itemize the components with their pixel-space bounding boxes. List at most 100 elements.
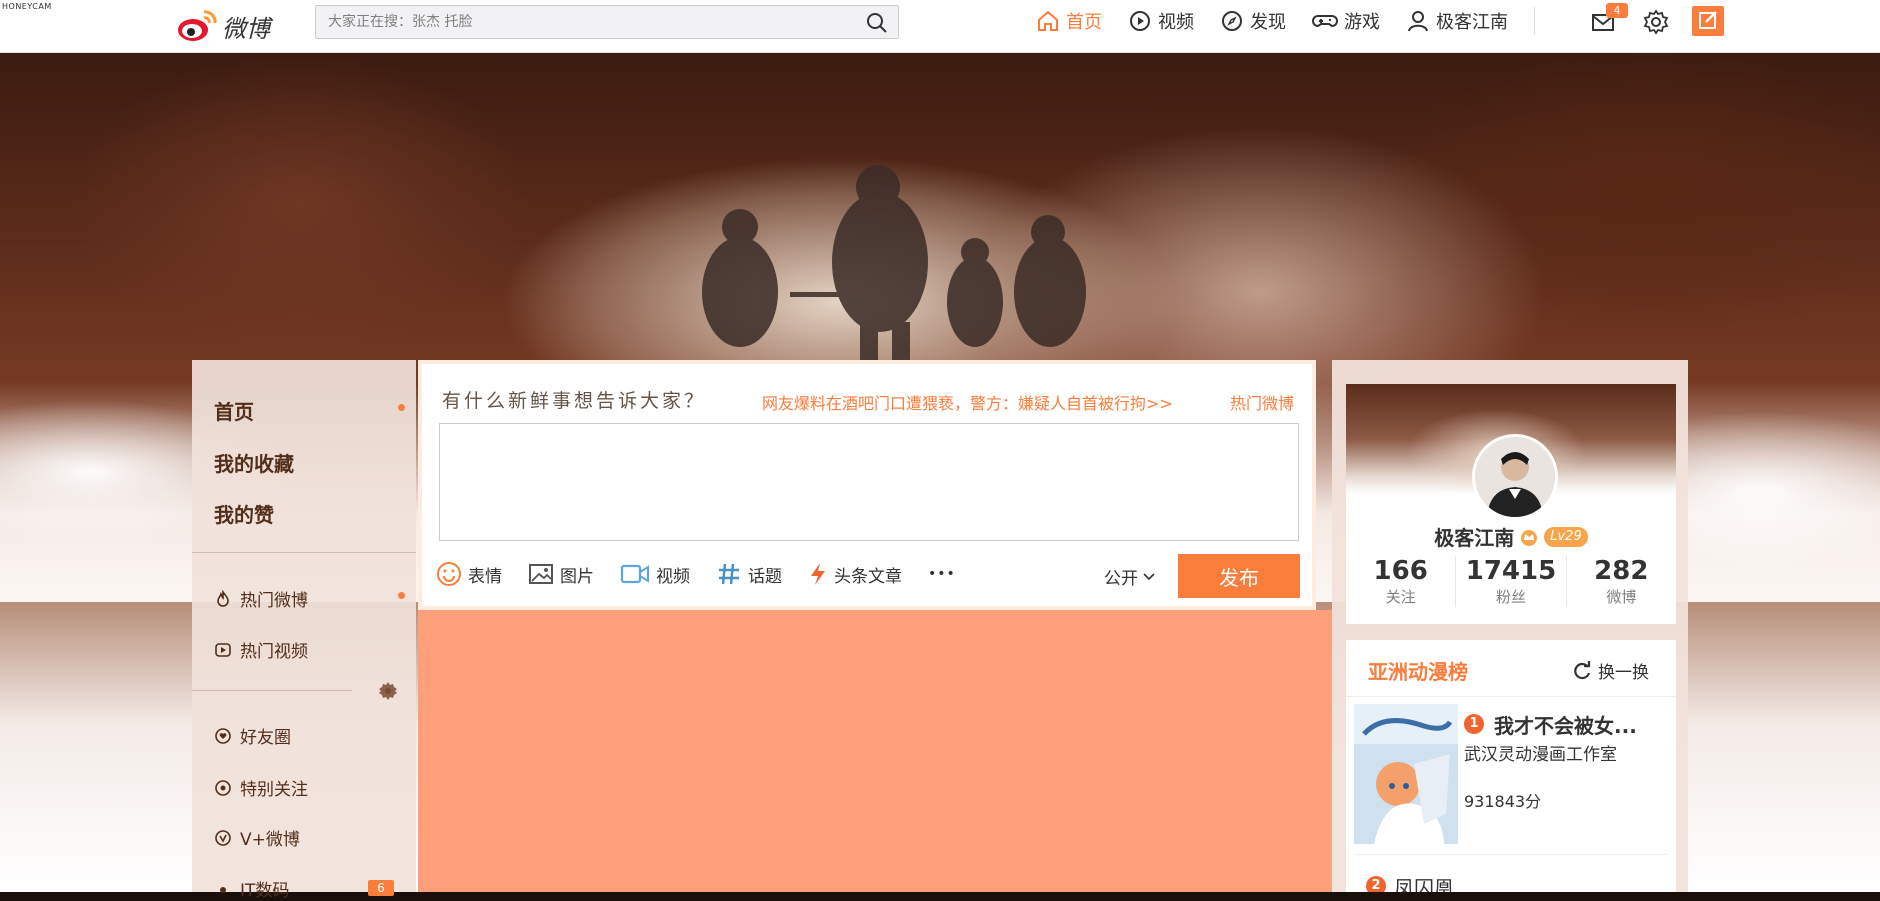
sidebar-friends-label: 好友圈 — [240, 728, 291, 748]
settings-gear-icon[interactable] — [1643, 9, 1669, 35]
sidebar-settings-gear-icon[interactable] — [378, 681, 398, 705]
vplus-icon — [215, 829, 231, 846]
profile-name-row: 极客江南 Lv29 — [1346, 522, 1676, 551]
ranking-refresh-label: 换一换 — [1598, 663, 1649, 683]
sidebar-item-home[interactable]: 首页 — [214, 396, 254, 425]
sidebar-home-new-dot — [398, 404, 405, 411]
sidebar-item-hot-video[interactable]: 热门视频 — [214, 637, 308, 662]
sidebar-divider — [192, 690, 352, 691]
sidebar-item-hot-weibo[interactable]: 热门微博 — [214, 586, 308, 611]
visibility-dropdown[interactable]: 公开 — [1104, 564, 1156, 589]
flame-icon — [217, 589, 229, 607]
compass-icon — [1222, 11, 1242, 31]
compose-edit-button[interactable] — [1692, 6, 1724, 36]
sidebar-item-likes[interactable]: 我的赞 — [214, 499, 274, 528]
rank-item-title[interactable]: 凤囚凰 — [1394, 872, 1454, 892]
composer-textarea[interactable] — [439, 423, 1299, 541]
avatar[interactable] — [1472, 434, 1558, 520]
nav-home-label: 首页 — [1066, 12, 1102, 33]
stat-weibo-label: 微博 — [1606, 588, 1637, 606]
stat-weibo[interactable]: 282 微博 — [1565, 556, 1676, 607]
search-icon[interactable] — [866, 12, 888, 34]
sidebar-special-follow-label: 特别关注 — [240, 780, 308, 800]
sidebar-vplus-label: V+微博 — [240, 830, 300, 850]
nav-game-label: 游戏 — [1344, 12, 1380, 33]
tool-headline-article[interactable]: 头条文章 — [808, 561, 902, 587]
ranking-refresh-button[interactable]: 换一换 — [1572, 658, 1649, 683]
sidebar-hot-weibo-label: 热门微博 — [240, 591, 308, 611]
publish-button[interactable]: 发布 — [1178, 554, 1300, 598]
user-icon — [1408, 11, 1428, 32]
sidebar-item-it-digital[interactable]: IT数码 — [214, 876, 289, 901]
image-icon — [529, 564, 553, 584]
rank-item-score: 931843分 — [1464, 792, 1542, 811]
nav-discover-label: 发现 — [1250, 12, 1286, 33]
tool-image-label: 图片 — [560, 566, 594, 587]
lightning-icon — [811, 563, 825, 585]
tool-video-label: 视频 — [656, 566, 690, 587]
main-nav: 首页 视频 发现 游戏 极客江南 — [1036, 0, 1555, 42]
ranking-title[interactable]: 亚洲动漫榜 — [1368, 656, 1468, 685]
search-box — [315, 5, 899, 39]
search-input[interactable] — [316, 6, 856, 38]
stat-followers[interactable]: 17415 粉丝 — [1455, 556, 1565, 607]
tool-emoji[interactable]: 表情 — [436, 561, 502, 587]
tool-image[interactable]: 图片 — [528, 562, 594, 587]
feed-area — [418, 610, 1332, 892]
nav-discover[interactable]: 发现 — [1220, 8, 1286, 34]
tool-emoji-label: 表情 — [468, 566, 502, 587]
sidebar-hot-video-label: 热门视频 — [240, 642, 308, 662]
tool-headline-article-label: 头条文章 — [834, 566, 902, 587]
rank-number-badge: 1 — [1464, 714, 1484, 734]
sidebar-item-vplus[interactable]: V+微博 — [214, 825, 300, 850]
stat-following[interactable]: 166 关注 — [1346, 556, 1455, 607]
nav-home[interactable]: 首页 — [1036, 8, 1102, 34]
top-navigation-bar: HONEYCAM 微博 首页 视频 发现 — [0, 0, 1880, 53]
video-play-icon — [215, 642, 231, 657]
ranking-divider — [1346, 696, 1676, 697]
sidebar-item-friends[interactable]: 好友圈 — [214, 723, 291, 748]
rank-item-title[interactable]: 我才不会被女... — [1494, 710, 1637, 739]
sidebar-item-special-follow[interactable]: 特别关注 — [214, 775, 308, 800]
left-sidebar: 首页 我的收藏 我的赞 热门微博 热门视频 好友圈 特别关注 V+微博 IT数码… — [192, 360, 416, 901]
tool-video[interactable]: 视频 — [620, 562, 690, 587]
weibo-logo[interactable]: 微博 — [176, 6, 270, 46]
nav-profile[interactable]: 极客江南 — [1406, 8, 1508, 34]
nav-game[interactable]: 游戏 — [1312, 8, 1380, 34]
message-count-badge: 4 — [1606, 3, 1628, 18]
chevron-down-icon — [1143, 572, 1155, 580]
stat-following-label: 关注 — [1385, 588, 1416, 606]
smiley-icon — [437, 562, 461, 586]
edit-icon — [1699, 11, 1717, 29]
level-badge[interactable]: Lv29 — [1544, 526, 1588, 547]
rank-number-badge: 2 — [1366, 876, 1386, 892]
rank-item-author[interactable]: 武汉灵动漫画工作室 — [1464, 740, 1617, 765]
tool-topic[interactable]: 话题 — [716, 561, 782, 587]
anime-ranking-card: 亚洲动漫榜 换一换 1 我才不会被女... 武汉灵动漫画工作室 931843分 … — [1346, 640, 1676, 892]
sidebar-it-digital-label: IT数码 — [240, 881, 290, 901]
nav-divider — [1534, 7, 1535, 35]
profile-name[interactable]: 极客江南 — [1434, 522, 1514, 551]
manga-cover-image[interactable] — [1354, 704, 1458, 844]
visibility-label: 公开 — [1104, 569, 1138, 589]
sidebar-item-favorites[interactable]: 我的收藏 — [214, 448, 294, 477]
video-play-icon — [1130, 11, 1150, 31]
composer-hot-topic-link[interactable]: 网友爆料在酒吧门口遭猥亵，警方：嫌疑人自首被行拘>> — [762, 390, 1173, 414]
tool-more[interactable]: ••• — [928, 566, 956, 582]
gamepad-icon — [1312, 15, 1338, 28]
sidebar-divider — [192, 552, 416, 553]
weibo-eye-icon — [176, 8, 218, 44]
heart-circle-icon — [215, 727, 231, 744]
composer-title: 有什么新鲜事想告诉大家？ — [442, 390, 707, 412]
bullet-dot-icon — [220, 886, 226, 893]
vip-crown-icon[interactable] — [1518, 527, 1540, 547]
eye-circle-icon — [215, 779, 231, 796]
composer-toolbar: 表情 图片 视频 话题 头条文章 ••• — [436, 558, 982, 590]
home-icon — [1038, 10, 1058, 31]
stat-following-count: 166 — [1373, 556, 1428, 586]
nav-video[interactable]: 视频 — [1128, 8, 1194, 34]
post-composer: 有什么新鲜事想告诉大家？ 网友爆料在酒吧门口遭猥亵，警方：嫌疑人自首被行拘>> … — [418, 360, 1316, 610]
composer-hot-weibo-link[interactable]: 热门微博 — [1230, 390, 1294, 414]
hashtag-icon — [719, 563, 739, 585]
more-dots-icon: ••• — [928, 566, 956, 582]
